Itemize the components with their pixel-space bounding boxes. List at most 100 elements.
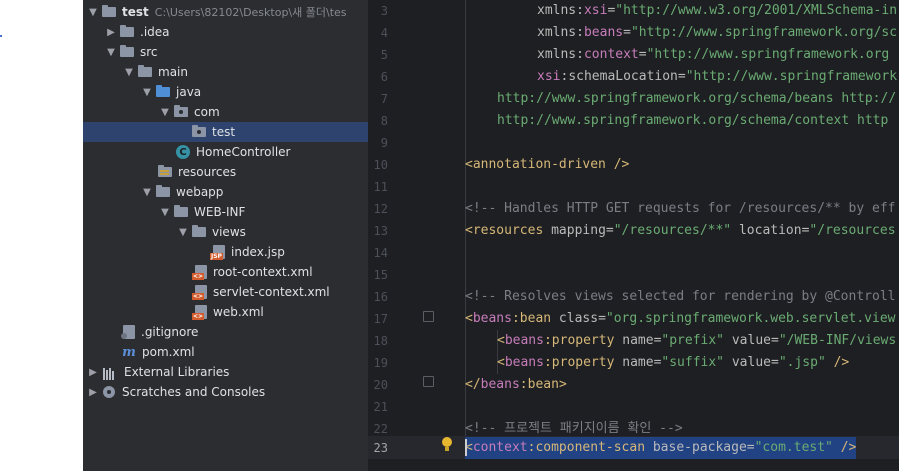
code-line-19[interactable]: 19 <beans:property name="suffix" value="… xyxy=(368,352,899,374)
desktop-background xyxy=(0,0,83,471)
code-line-20[interactable]: 20 </beans:bean> xyxy=(368,374,899,396)
chevron-right-icon[interactable]: ▶ xyxy=(85,364,101,380)
java-class-icon: C xyxy=(176,145,190,159)
code-line-17[interactable]: 17 <beans:bean class="org.springframewor… xyxy=(368,308,899,330)
code-token: value xyxy=(724,355,771,370)
code-line-10[interactable]: 10 <annotation-driven /> xyxy=(368,154,899,176)
tree-item-pom-xml[interactable]: m pom.xml xyxy=(83,342,368,362)
code-token: : xyxy=(576,3,584,18)
code-token: < xyxy=(465,311,473,326)
code-line-6[interactable]: 6 xsi:schemaLocation="http://www.springf… xyxy=(368,66,899,88)
code-line-5[interactable]: 5 xmlns:context="http://www.springframew… xyxy=(368,44,899,66)
chevron-down-icon[interactable]: ▼ xyxy=(139,84,155,100)
line-number: 7 xyxy=(380,92,388,106)
tree-root-path: C:\Users\82102\Desktop\새 폴더\tes xyxy=(154,6,347,19)
code-line-13[interactable]: 13 <resources mapping="/resources/**" lo… xyxy=(368,220,899,242)
tree-item-scratches[interactable]: ▶ Scratches and Consoles xyxy=(83,382,368,402)
tree-item-label: resources xyxy=(178,165,237,179)
background-dot xyxy=(0,35,2,37)
line-number: 17 xyxy=(373,312,388,326)
tree-item-index-jsp[interactable]: index.jsp xyxy=(83,242,368,262)
tree-item-web-xml[interactable]: web.xml xyxy=(83,302,368,322)
code-line-9[interactable]: 9 xyxy=(368,132,899,154)
tree-item-gitignore[interactable]: .gitignore xyxy=(83,322,368,342)
line-number: 20 xyxy=(373,378,388,392)
tree-item-idea[interactable]: ▶ .idea xyxy=(83,22,368,42)
tree-root-test[interactable]: ▼ test C:\Users\82102\Desktop\새 폴더\tes xyxy=(83,2,368,22)
tree-item-servlet-context[interactable]: servlet-context.xml xyxy=(83,282,368,302)
line-number: 6 xyxy=(380,70,388,84)
code-line-21[interactable]: 21 xyxy=(368,396,899,418)
line-number: 14 xyxy=(373,246,388,260)
code-line-12[interactable]: 12 <!-- Handles HTTP GET requests for /r… xyxy=(368,198,899,220)
chevron-down-icon[interactable]: ▼ xyxy=(157,204,173,220)
tree-item-src[interactable]: ▼ src xyxy=(83,42,368,62)
project-tree-panel[interactable]: ▼ test C:\Users\82102\Desktop\새 폴더\tes ▶… xyxy=(83,0,368,471)
code-line-18[interactable]: 18 <beans:property name="prefix" value="… xyxy=(368,330,899,352)
tree-item-test-package[interactable]: test xyxy=(83,122,368,142)
code-token: http://www.springframework.org/schema/co… xyxy=(497,113,889,128)
code-token: : xyxy=(543,333,552,348)
folder-icon xyxy=(173,204,189,220)
line-number: 23 xyxy=(373,440,388,455)
tree-item-label: views xyxy=(212,225,246,239)
code-token: class xyxy=(551,311,599,326)
tree-item-label: root-context.xml xyxy=(213,265,313,279)
xml-file-icon xyxy=(192,285,207,300)
code-token: = xyxy=(677,69,686,84)
code-line-8[interactable]: 8 http://www.springframework.org/schema/… xyxy=(368,110,899,132)
tree-item-root-context[interactable]: root-context.xml xyxy=(83,262,368,282)
code-token: /> xyxy=(832,439,857,455)
code-token: "suffix" xyxy=(661,355,725,370)
code-token: = xyxy=(605,223,614,238)
code-token: : xyxy=(576,47,584,62)
tree-item-webapp[interactable]: ▼ webapp xyxy=(83,182,368,202)
chevron-down-icon[interactable]: ▼ xyxy=(139,184,155,200)
tree-item-com[interactable]: ▼ com xyxy=(83,102,368,122)
code-line-14[interactable]: 14 xyxy=(368,242,899,264)
tree-item-resources[interactable]: resources xyxy=(83,162,368,182)
line-number: 9 xyxy=(380,136,388,150)
code-token: beans xyxy=(504,355,544,370)
tree-item-main[interactable]: ▼ main xyxy=(83,62,368,82)
line-number: 11 xyxy=(373,180,388,194)
folder-icon xyxy=(191,224,207,240)
code-token: : xyxy=(576,25,584,40)
code-editor[interactable]: 3 xmlns:xsi="http://www.w3.org/2001/XMLS… xyxy=(368,0,899,471)
tree-item-label: com xyxy=(194,105,220,119)
lightbulb-icon[interactable] xyxy=(441,437,453,453)
tree-item-homecontroller[interactable]: C HomeController xyxy=(83,142,368,162)
tree-item-views[interactable]: ▼ views xyxy=(83,222,368,242)
code-token: name xyxy=(614,333,654,348)
tree-item-external-libraries[interactable]: ▶ External Libraries xyxy=(83,362,368,382)
code-token: location xyxy=(731,223,802,238)
chevron-down-icon[interactable]: ▼ xyxy=(157,104,173,120)
code-token: xsi xyxy=(583,3,608,18)
code-token: bean xyxy=(519,311,552,326)
code-token: http://www.springframework.org/schema/be… xyxy=(497,91,897,106)
chevron-right-icon[interactable]: ▶ xyxy=(85,384,101,400)
code-token: < xyxy=(497,355,505,370)
chevron-down-icon[interactable]: ▼ xyxy=(103,44,119,60)
line-number: 13 xyxy=(373,224,388,238)
code-line-3[interactable]: 3 xmlns:xsi="http://www.w3.org/2001/XMLS… xyxy=(368,0,899,22)
code-line-15[interactable]: 15 xyxy=(368,264,899,286)
chevron-down-icon[interactable]: ▼ xyxy=(85,4,101,20)
code-line-11[interactable]: 11 xyxy=(368,176,899,198)
code-line-7[interactable]: 7 http://www.springframework.org/schema/… xyxy=(368,88,899,110)
code-line-16[interactable]: 16 <!-- Resolves views selected for rend… xyxy=(368,286,899,308)
line-number: 22 xyxy=(373,422,388,436)
chevron-right-icon[interactable]: ▶ xyxy=(103,24,119,40)
code-comment: <!-- Resolves views selected for renderi… xyxy=(465,289,896,304)
code-line-4[interactable]: 4 xmlns:beans="http://www.springframewor… xyxy=(368,22,899,44)
code-token: "http://www.springframework.org/sc xyxy=(630,25,898,40)
tree-item-java[interactable]: ▼ java xyxy=(83,82,368,102)
code-token: "prefix" xyxy=(661,333,725,348)
tree-item-web-inf[interactable]: ▼ WEB-INF xyxy=(83,202,368,222)
chevron-down-icon[interactable]: ▼ xyxy=(121,64,137,80)
xml-file-icon xyxy=(192,265,207,280)
chevron-down-icon[interactable]: ▼ xyxy=(175,224,191,240)
code-token: xmlns xyxy=(537,47,577,62)
